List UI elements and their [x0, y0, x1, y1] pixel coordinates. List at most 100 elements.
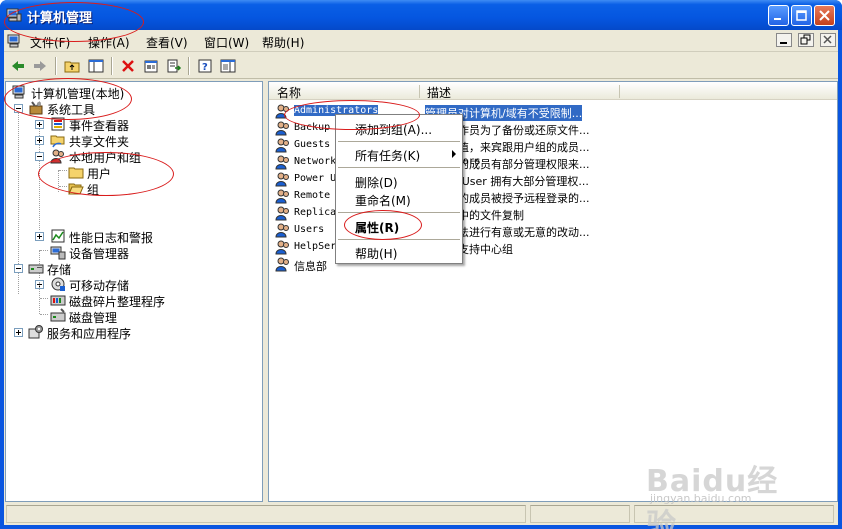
tree-line: [59, 170, 67, 171]
help-button[interactable]: ?: [195, 56, 215, 76]
up-folder-icon: [64, 61, 80, 73]
collapse-toggle[interactable]: [14, 264, 23, 273]
tree-label: 可移动存储: [69, 279, 130, 293]
export-list-button[interactable]: [164, 56, 184, 76]
expand-toggle[interactable]: [35, 232, 44, 241]
menu-action[interactable]: 操作(A): [88, 34, 130, 51]
client-area: 文件(F) 操作(A) 查看(V) 窗口(W) 帮助(H) ? 计算机管理(本地…: [4, 30, 838, 525]
minimize-icon: [780, 42, 788, 44]
shared-folder-icon: [50, 135, 65, 148]
mdi-minimize-button[interactable]: [776, 33, 793, 47]
event-viewer-icon: [51, 117, 65, 131]
mdi-restore-button[interactable]: [798, 33, 815, 47]
computer-management-icon: [6, 8, 22, 22]
group-icon: [275, 121, 289, 136]
group-icon: [275, 138, 289, 153]
tree-label: 事件查看器: [69, 119, 130, 133]
mdi-controls: [774, 33, 836, 49]
close-icon: [823, 35, 832, 44]
status-panel: [530, 505, 630, 523]
forward-arrow-icon: [34, 61, 46, 71]
computer-management-icon: [12, 85, 25, 99]
menu-item-all-tasks[interactable]: 所有任务(K): [336, 144, 462, 164]
expand-toggle[interactable]: [35, 120, 44, 129]
column-name-header[interactable]: 名称: [277, 84, 301, 101]
tree-label: 服务和应用程序: [47, 327, 132, 341]
menu-item-add-to-group[interactable]: 添加到组(A)...: [336, 118, 462, 138]
close-icon: [819, 10, 830, 21]
expand-toggle[interactable]: [35, 136, 44, 145]
minimize-icon: [774, 18, 781, 20]
menu-bar: 文件(F) 操作(A) 查看(V) 窗口(W) 帮助(H): [4, 30, 838, 52]
list-header: 名称 描述: [269, 82, 837, 100]
properties-icon: [144, 60, 158, 73]
title-bar[interactable]: 计算机管理: [0, 0, 842, 30]
close-button[interactable]: [814, 5, 835, 26]
group-icon: [275, 172, 289, 187]
computer-management-small-icon[interactable]: [7, 33, 23, 49]
storage-icon: [28, 264, 44, 274]
menu-file[interactable]: 文件(F): [30, 34, 70, 51]
removable-storage-icon: [51, 277, 65, 291]
show-hide-action-pane-icon: [220, 59, 236, 73]
collapse-toggle[interactable]: [14, 104, 23, 113]
baidu-watermark: Baidu经验 jingyan.baidu.com: [646, 456, 806, 529]
tree-label: 共享文件夹: [69, 135, 130, 149]
minimize-button[interactable]: [768, 5, 789, 26]
menu-view[interactable]: 查看(V): [146, 34, 188, 51]
show-hide-action-pane-button[interactable]: [218, 56, 238, 76]
expand-toggle[interactable]: [14, 328, 23, 337]
column-separator[interactable]: [619, 85, 620, 98]
back-button[interactable]: [8, 56, 28, 76]
tree-line: [40, 250, 48, 251]
group-icon: [275, 155, 289, 170]
tree-line: [59, 186, 67, 187]
menu-item-label: 所有任务(K): [355, 149, 421, 163]
maximize-button[interactable]: [791, 5, 812, 26]
disk-management-icon: [50, 308, 66, 322]
mdi-close-button[interactable]: [820, 33, 836, 47]
properties-button[interactable]: [141, 56, 161, 76]
users-group-icon: [50, 149, 64, 164]
menu-help[interactable]: 帮助(H): [262, 34, 304, 51]
group-icon: [275, 189, 289, 204]
menu-item-help[interactable]: 帮助(H): [336, 242, 462, 262]
toolbar-separator: [55, 57, 57, 75]
forward-button[interactable]: [30, 56, 50, 76]
back-arrow-icon: [12, 61, 24, 71]
folder-icon: [68, 167, 84, 179]
column-description-header[interactable]: 描述: [427, 84, 451, 101]
menu-separator: [338, 167, 460, 168]
tree-line: [58, 170, 59, 192]
tree-label: 用户: [87, 167, 112, 181]
menu-item-properties[interactable]: 属性(R): [336, 216, 462, 236]
main-window: 计算机管理 文件(F) 操作(A) 查看(V) 窗口(W) 帮助(H) ? 计算…: [0, 0, 842, 529]
restore-icon: [800, 34, 811, 45]
up-one-level-button[interactable]: [62, 56, 82, 76]
group-name: Guests: [294, 139, 331, 150]
group-icon: [275, 104, 289, 119]
open-folder-icon: [68, 183, 84, 195]
delete-button[interactable]: [118, 56, 138, 76]
menu-separator: [338, 239, 460, 240]
menu-window[interactable]: 窗口(W): [204, 34, 249, 51]
group-icon: [275, 223, 289, 238]
tree-label: 磁盘碎片整理程序: [69, 295, 166, 309]
group-icon: [275, 206, 289, 221]
show-hide-tree-button[interactable]: [86, 56, 106, 76]
tree-label: 磁盘管理: [69, 311, 118, 325]
tree-pane[interactable]: 计算机管理(本地) 系统工具 事件查看器 共享文件夹 本地用户和组 用户 组 性…: [5, 81, 263, 502]
collapse-toggle[interactable]: [35, 152, 44, 161]
column-separator[interactable]: [419, 85, 420, 98]
menu-item-delete[interactable]: 删除(D): [336, 171, 462, 191]
toolbar-separator: [111, 57, 113, 75]
export-list-icon: [167, 59, 182, 73]
services-apps-icon: [28, 325, 43, 339]
device-manager-icon: [50, 246, 66, 260]
submenu-arrow-icon: [452, 150, 456, 158]
performance-logs-icon: [51, 229, 65, 243]
toolbar: ?: [4, 53, 838, 79]
menu-item-rename[interactable]: 重命名(M): [336, 189, 462, 209]
menu-separator: [338, 212, 460, 213]
tree-label: 组: [87, 183, 100, 197]
